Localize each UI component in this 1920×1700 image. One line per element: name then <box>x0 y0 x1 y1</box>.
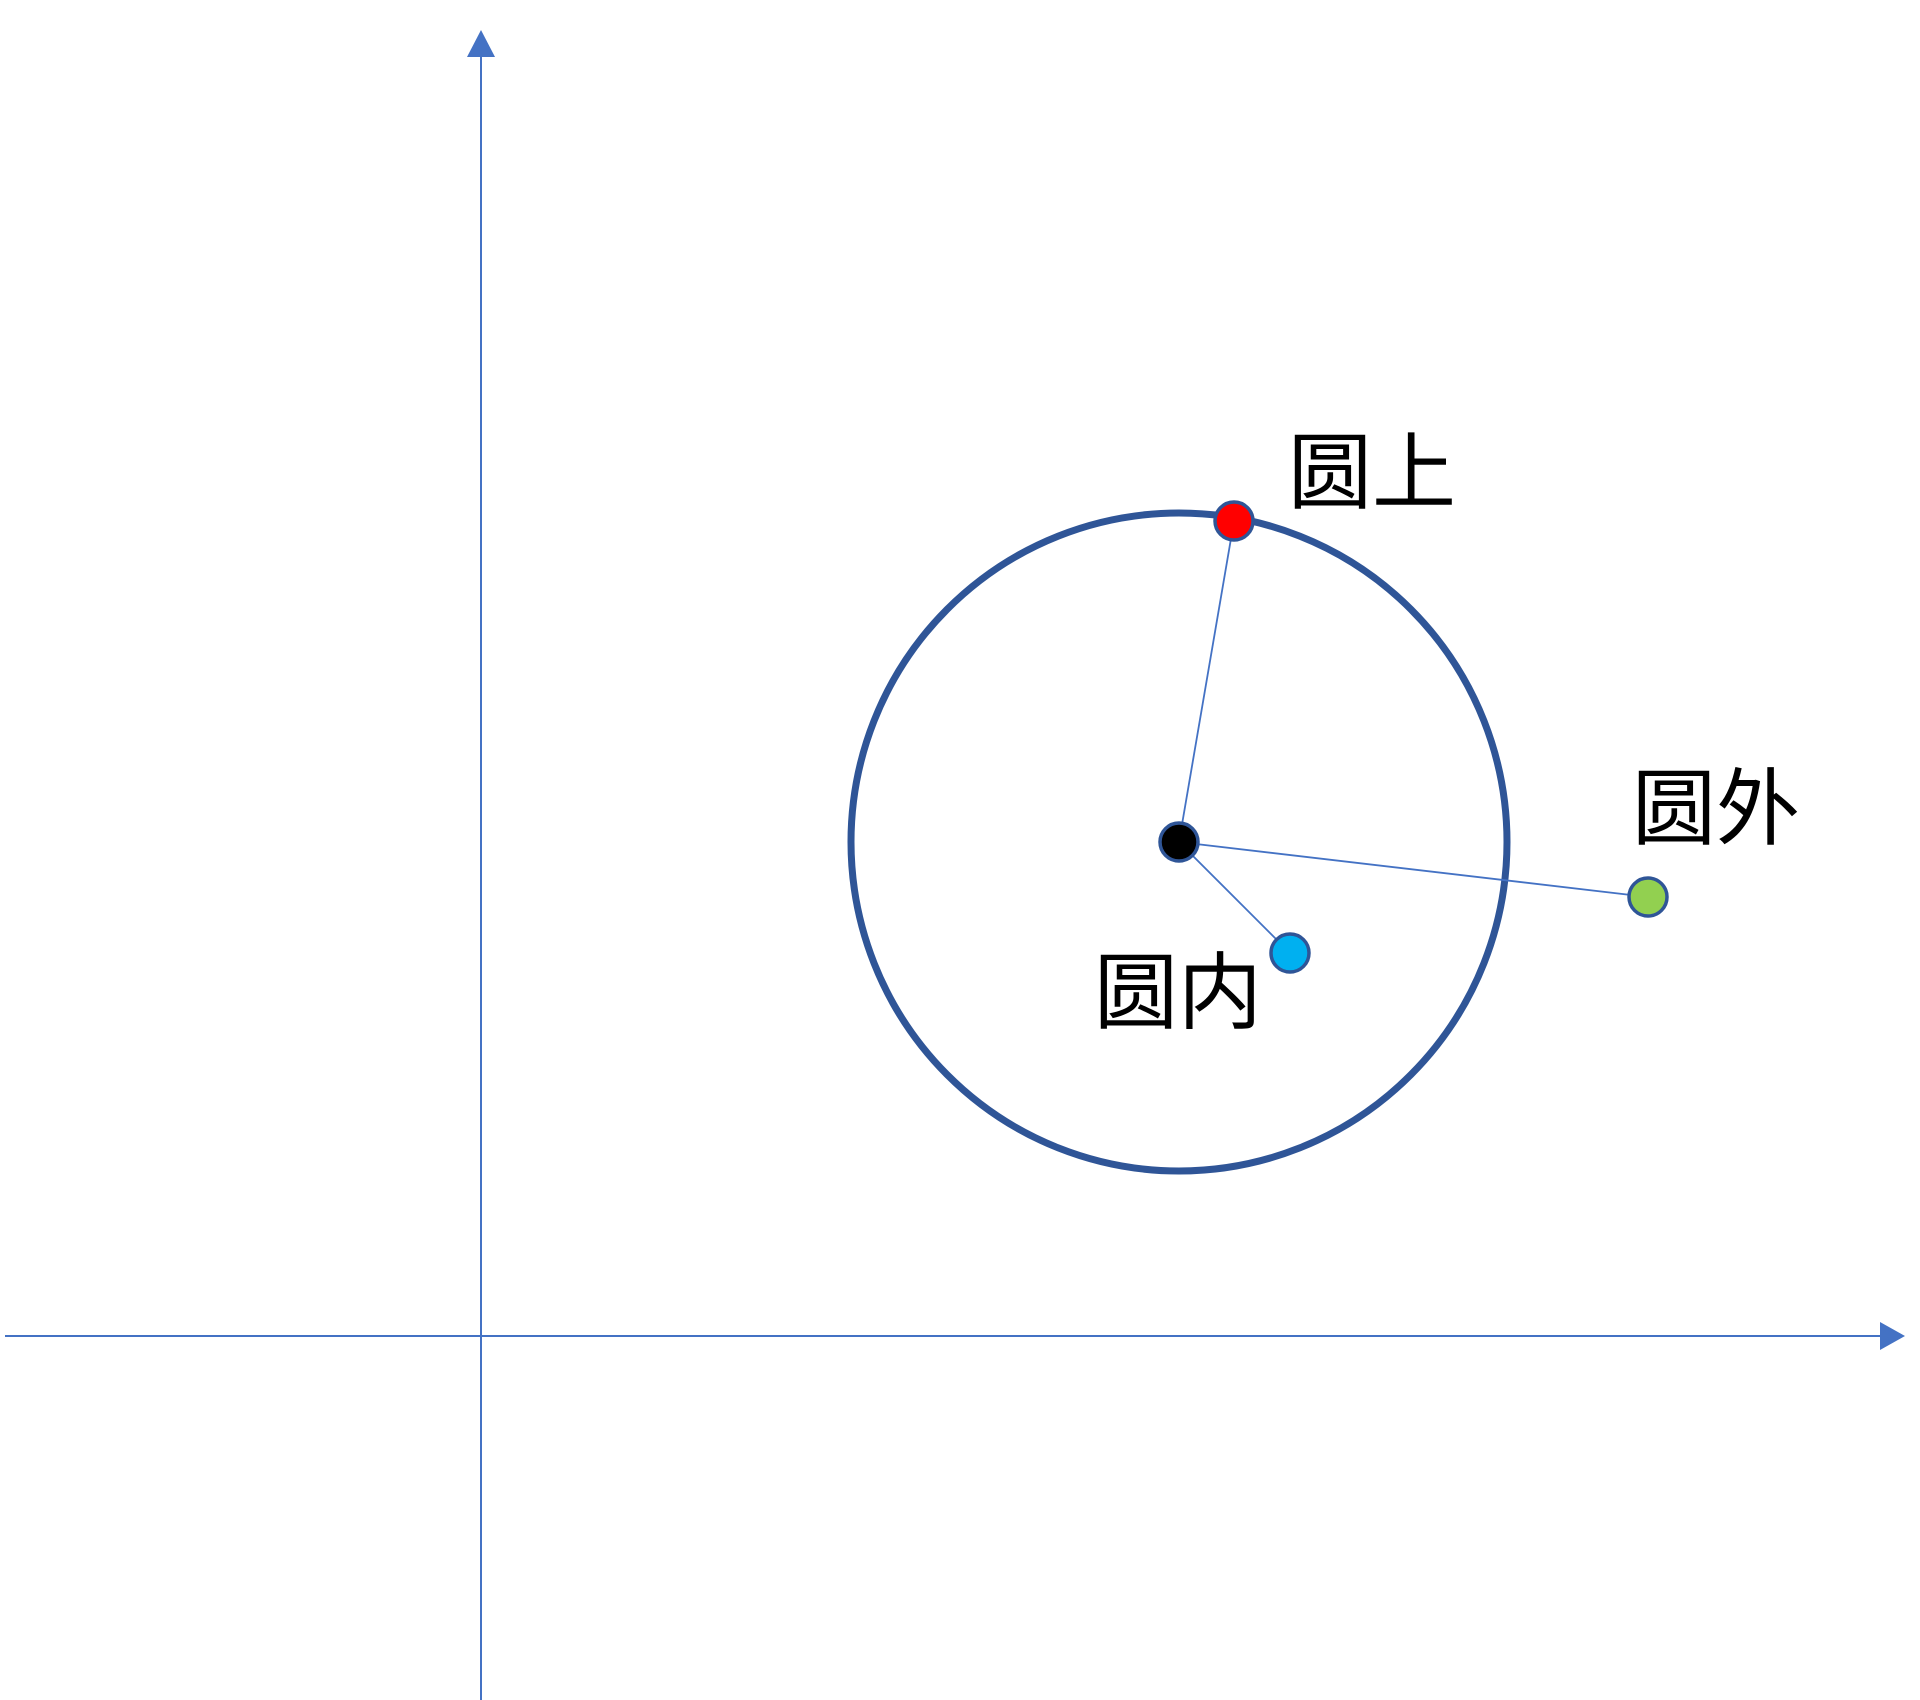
diagram-canvas: 圆上 圆外 圆内 <box>5 30 1905 1700</box>
x-axis-arrow-icon <box>1880 1322 1905 1350</box>
label-on-circle: 圆上 <box>1288 424 1456 522</box>
axes <box>5 30 1905 1700</box>
line-center-to-outside-point <box>1178 841 1649 898</box>
label-outside: 圆外 <box>1632 760 1800 858</box>
outside-point <box>1627 876 1669 918</box>
y-axis-arrow-icon <box>467 30 495 57</box>
inside-point <box>1269 932 1311 974</box>
label-inside: 圆内 <box>1094 944 1262 1042</box>
points <box>1158 500 1669 974</box>
line-center-to-on-point <box>1178 520 1235 843</box>
connector-lines <box>1178 520 1649 954</box>
on-circle-point <box>1213 500 1255 542</box>
line-center-to-inside-point <box>1178 841 1291 954</box>
center-point <box>1158 821 1200 863</box>
